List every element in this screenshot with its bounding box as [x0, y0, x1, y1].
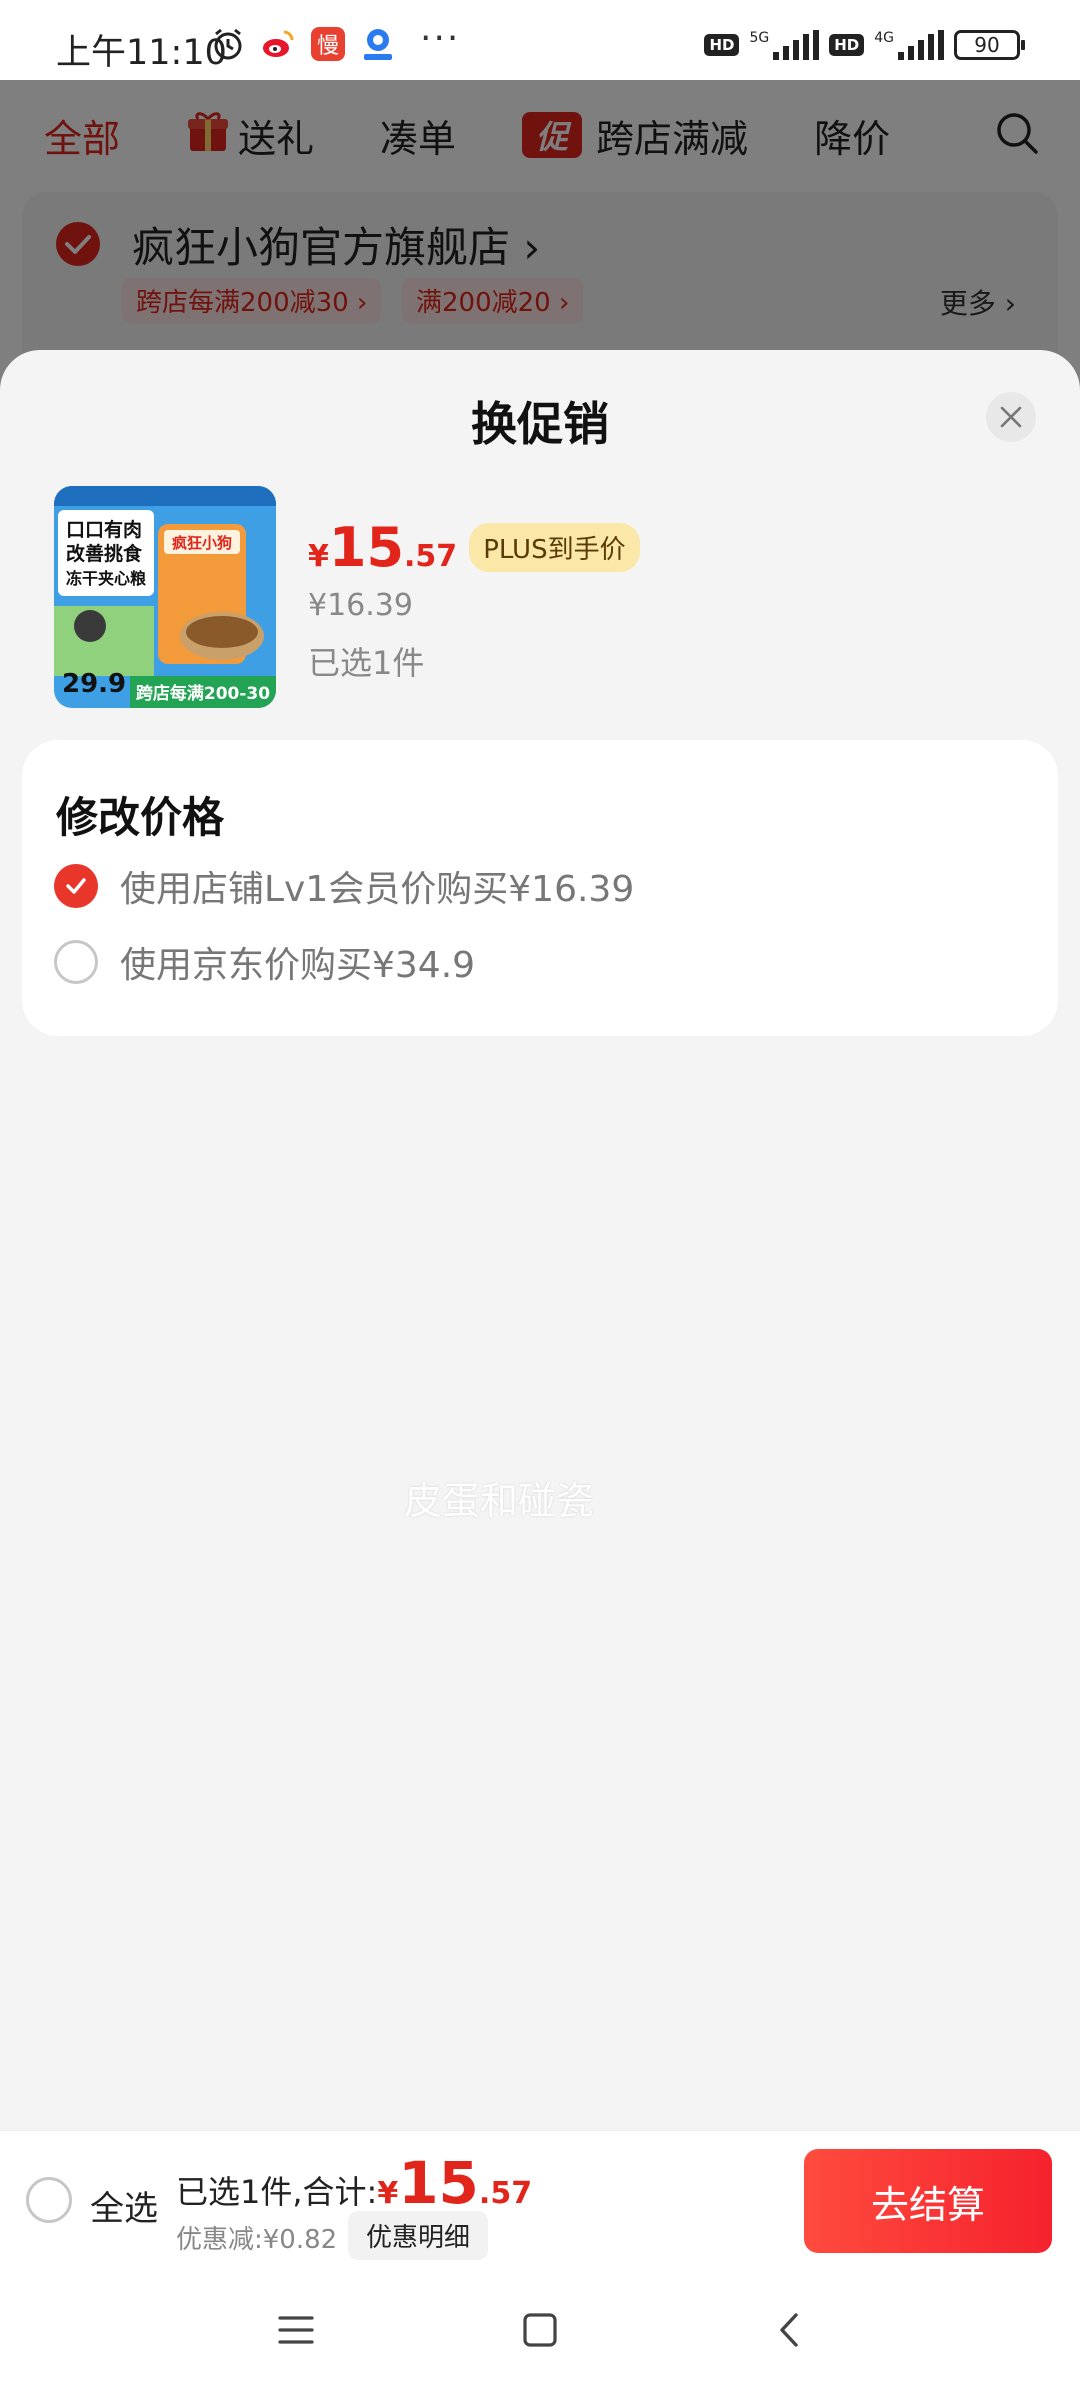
price-integer: 15	[328, 516, 405, 579]
select-all-radio[interactable]	[26, 2177, 72, 2223]
total-label: 已选1件,合计:	[176, 2173, 378, 2211]
watermark: 皮蛋和碰瓷	[404, 1479, 595, 1523]
status-bar: 上午11:10 慢 ··· HD 5G HD 4G 90	[0, 0, 1080, 80]
total-integer: 15	[398, 2149, 479, 2217]
checkout-bar: 全选 已选1件,合计: ¥ 15 .57 优惠减:¥0.82 优惠明细 去结算	[0, 2130, 1080, 2268]
total-decimal: .57	[478, 2176, 533, 2211]
hd-badge-2: HD	[829, 34, 865, 56]
signal-area: HD 5G HD 4G 90	[704, 30, 1025, 60]
status-time: 上午11:10	[56, 33, 227, 73]
price-currency: ¥	[308, 539, 329, 574]
thumb-line: 口口有肉	[66, 518, 142, 541]
thumb-price: 29.9	[62, 669, 126, 699]
price-option-member[interactable]: 使用店铺Lv1会员价购买¥16.39	[54, 860, 634, 912]
hd-badge: HD	[704, 34, 740, 56]
discount-amount: 优惠减:¥0.82	[176, 2225, 338, 2255]
promo-price: ¥ 15 .57 PLUS到手价	[308, 516, 640, 579]
thumb-line: 冻干夹心粮	[66, 569, 146, 588]
price-decimal: .57	[404, 539, 458, 574]
discount-detail-button[interactable]: 优惠明细	[348, 2211, 489, 2260]
close-button[interactable]	[986, 392, 1036, 442]
radio-checked-icon[interactable]	[54, 864, 98, 908]
weibo-icon	[260, 26, 296, 66]
change-promotion-sheet: 换促销 口口有肉 改善挑食 冻干夹心粮 疯狂小狗 29.9 跨店每满200-30…	[0, 350, 1080, 2130]
network-5g-label: 5G	[749, 30, 770, 46]
network-4g-label: 4G	[874, 30, 894, 46]
battery-indicator: 90	[954, 30, 1025, 60]
alarm-icon	[210, 26, 246, 66]
select-all-label[interactable]: 全选	[90, 2181, 158, 2230]
thumb-line: 改善挑食	[66, 542, 143, 565]
thumb-promo: 跨店每满200-30	[136, 683, 270, 704]
plus-price-badge: PLUS到手价	[469, 523, 640, 572]
radio-unchecked-icon[interactable]	[54, 940, 98, 984]
signal-icon-2	[898, 30, 944, 60]
back-icon[interactable]	[770, 2310, 810, 2354]
option-label: 使用店铺Lv1会员价购买¥16.39	[120, 869, 635, 910]
modify-price-title: 修改价格	[56, 793, 225, 842]
thumb-brand: 疯狂小狗	[172, 534, 232, 552]
home-icon[interactable]	[520, 2310, 560, 2354]
menu-icon[interactable]	[276, 2310, 316, 2354]
close-icon	[1000, 406, 1022, 428]
product-thumbnail[interactable]: 口口有肉 改善挑食 冻干夹心粮 疯狂小狗 29.9 跨店每满200-30	[54, 486, 276, 708]
signal-icon	[773, 30, 820, 60]
sheet-title: 换促销	[471, 397, 609, 451]
selected-count: 已选1件	[308, 644, 425, 682]
total-line: 已选1件,合计: ¥ 15 .57	[176, 2149, 532, 2217]
svg-text:慢: 慢	[317, 34, 339, 59]
more-notifications-icon: ···	[420, 18, 461, 59]
price-option-jd[interactable]: 使用京东价购买¥34.9	[54, 936, 475, 988]
modify-price-card: 修改价格 使用店铺Lv1会员价购买¥16.39 使用京东价购买¥34.9	[22, 740, 1058, 1036]
total-currency: ¥	[377, 2176, 399, 2211]
system-nav-bar	[0, 2268, 1080, 2400]
man-app-icon: 慢	[310, 26, 346, 66]
checkout-button[interactable]: 去结算	[804, 2149, 1052, 2253]
original-price: ¥16.39	[308, 588, 413, 623]
blue-app-icon	[360, 26, 396, 66]
option-label: 使用京东价购买¥34.9	[120, 945, 476, 986]
